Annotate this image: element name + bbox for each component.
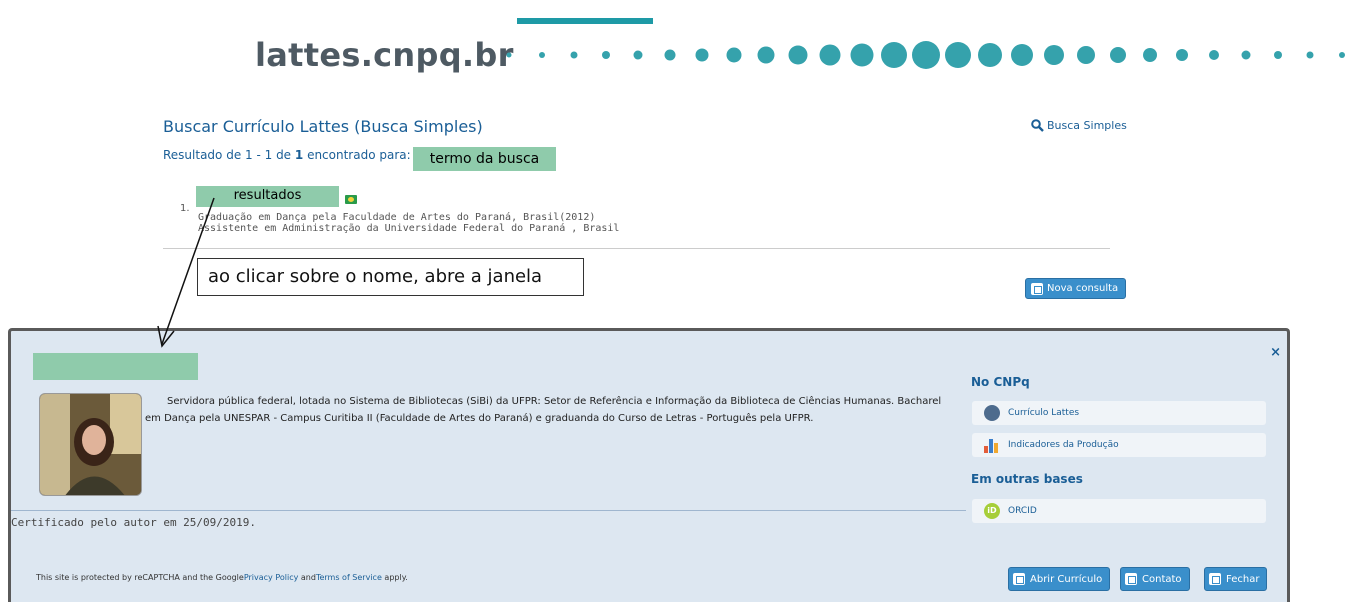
privacy-policy-link[interactable]: Privacy Policy bbox=[244, 573, 299, 582]
result-item-line: Graduação em Dança pela Faculdade de Art… bbox=[198, 212, 596, 223]
search-icon bbox=[1031, 282, 1043, 295]
divider bbox=[11, 510, 966, 511]
result-item-description: Graduação em Dança pela Faculdade de Art… bbox=[198, 212, 619, 234]
profile-bio: Servidora pública federal, lotada no Sis… bbox=[145, 396, 942, 424]
page-title: Buscar Currículo Lattes (Busca Simples) bbox=[163, 117, 483, 136]
certified-date: Certificado pelo autor em 25/09/2019. bbox=[11, 516, 257, 529]
result-prefix: Resultado de 1 - 1 de bbox=[163, 148, 295, 162]
profile-name-highlight bbox=[33, 353, 198, 380]
new-search-button[interactable]: Nova consulta bbox=[1025, 278, 1127, 299]
indicadores-label: Indicadores da Produção bbox=[1008, 440, 1119, 450]
header-accent-bar bbox=[517, 18, 653, 24]
result-item-number: 1. bbox=[180, 203, 190, 214]
indicadores-link[interactable]: Indicadores da Produção bbox=[972, 433, 1266, 457]
divider bbox=[163, 248, 1110, 249]
curriculo-lattes-link[interactable]: Currículo Lattes bbox=[972, 401, 1266, 425]
close-label: Fechar bbox=[1226, 573, 1260, 585]
result-summary: Resultado de 1 - 1 de 1 encontrado para: bbox=[163, 148, 411, 162]
curriculo-lattes-label: Currículo Lattes bbox=[1008, 408, 1080, 418]
orcid-icon: iD bbox=[984, 503, 1000, 519]
annotation-callout: ao clicar sobre o nome, abre a janela bbox=[197, 258, 584, 296]
result-suffix: encontrado para: bbox=[303, 148, 411, 162]
bar-chart-icon bbox=[984, 437, 1000, 453]
close-icon bbox=[1209, 573, 1221, 585]
site-logo[interactable]: lattes.cnpq.br bbox=[255, 36, 514, 74]
decorative-dots bbox=[506, 41, 1345, 69]
portrait-image bbox=[40, 394, 141, 495]
new-search-label: Nova consulta bbox=[1047, 283, 1119, 294]
document-icon bbox=[1013, 573, 1025, 585]
result-count: 1 bbox=[294, 148, 304, 162]
recaptcha-prefix: This site is protected by reCAPTCHA and … bbox=[36, 573, 244, 582]
orcid-link[interactable]: iD ORCID bbox=[972, 499, 1266, 523]
search-term-highlight: termo da busca bbox=[413, 147, 556, 171]
recaptcha-suffix: apply. bbox=[381, 573, 408, 582]
close-button[interactable]: Fechar bbox=[1204, 567, 1268, 591]
contact-label: Contato bbox=[1142, 573, 1182, 585]
open-curriculum-label: Abrir Currículo bbox=[1030, 573, 1103, 585]
profile-modal: × Servidora pública federal, lotada no S… bbox=[8, 328, 1290, 602]
brazil-flag-icon bbox=[345, 195, 357, 204]
terms-link[interactable]: Terms of Service bbox=[316, 573, 382, 582]
simple-search-link[interactable]: Busca Simples bbox=[1031, 119, 1127, 132]
result-item-line: Assistente em Administração da Universid… bbox=[198, 223, 620, 234]
orcid-label: ORCID bbox=[1008, 506, 1037, 516]
simple-search-label: Busca Simples bbox=[1047, 119, 1127, 132]
profile-photo bbox=[39, 393, 142, 496]
mail-icon bbox=[1125, 573, 1137, 585]
section-cnpq-heading: No CNPq bbox=[971, 375, 1030, 389]
recaptcha-and: and bbox=[298, 573, 316, 582]
magnifier-icon bbox=[1031, 119, 1044, 132]
result-name-highlight[interactable]: resultados bbox=[196, 186, 339, 207]
close-icon[interactable]: × bbox=[1270, 345, 1281, 360]
recaptcha-note: This site is protected by reCAPTCHA and … bbox=[36, 573, 408, 582]
lattes-icon bbox=[984, 405, 1000, 421]
contact-button[interactable]: Contato bbox=[1120, 567, 1190, 591]
section-outras-heading: Em outras bases bbox=[971, 472, 1083, 486]
open-curriculum-button[interactable]: Abrir Currículo bbox=[1008, 567, 1111, 591]
